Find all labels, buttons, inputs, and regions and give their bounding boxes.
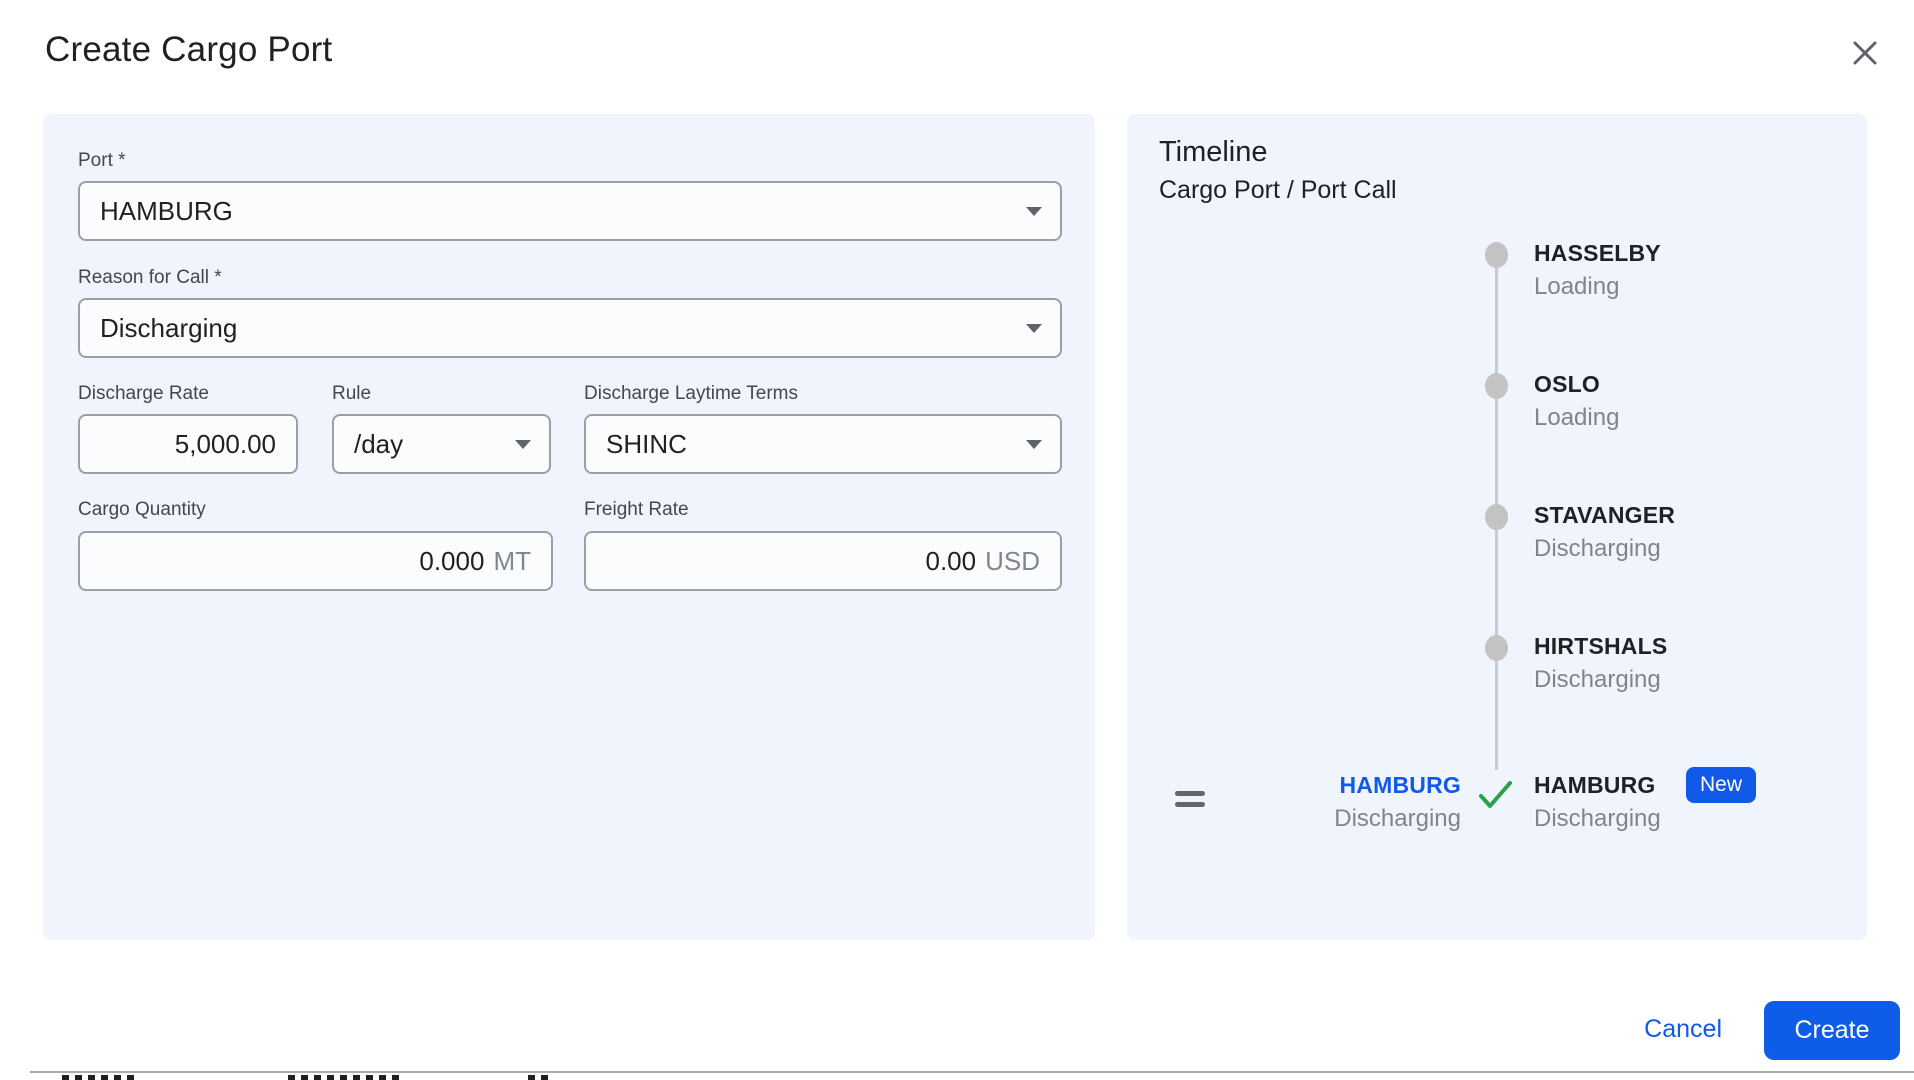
create-button[interactable]: Create <box>1764 1001 1900 1060</box>
rule-label: Rule <box>332 383 372 404</box>
chevron-down-icon <box>1026 207 1042 216</box>
timeline-title: Timeline <box>1159 136 1268 168</box>
background-clipped-text <box>62 1075 138 1080</box>
page-title: Create Cargo Port <box>45 30 333 69</box>
background-clipped-text <box>528 1075 552 1080</box>
discharge-laytime-terms-value: SHINC <box>606 428 687 459</box>
timeline-port-name: STAVANGER <box>1534 502 1676 528</box>
timeline-entry: OSLO Loading <box>1534 371 1834 432</box>
timeline-port-name: OSLO <box>1534 371 1600 397</box>
timeline-dot <box>1485 373 1508 399</box>
check-icon <box>1477 778 1515 817</box>
timeline-entry: HIRTSHALS Discharging <box>1534 633 1834 694</box>
background-table-border <box>30 1071 1914 1073</box>
discharge-laytime-terms-select[interactable]: SHINC <box>584 414 1062 474</box>
close-button[interactable] <box>1844 32 1886 74</box>
drag-handle-icon[interactable] <box>1175 791 1205 807</box>
rule-value: /day <box>354 428 404 459</box>
cargo-quantity-input[interactable]: 0.000 MT <box>78 531 553 591</box>
rule-select[interactable]: /day <box>332 414 551 474</box>
timeline-subtitle: Cargo Port / Port Call <box>1159 176 1397 204</box>
freight-rate-label: Freight Rate <box>584 499 689 520</box>
port-select-value: HAMBURG <box>100 195 233 226</box>
timeline-port-call-block: HAMBURG Discharging <box>1534 772 1661 833</box>
discharge-rate-input[interactable]: 5,000.00 <box>78 414 298 474</box>
timeline-dot <box>1485 242 1508 268</box>
close-icon <box>1853 41 1877 65</box>
timeline-port-name: HIRTSHALS <box>1534 633 1668 659</box>
freight-rate-unit: USD <box>985 545 1040 576</box>
timeline-entry: HASSELBY Loading <box>1534 240 1834 301</box>
background-clipped-text <box>288 1075 400 1080</box>
freight-rate-input[interactable]: 0.00 USD <box>584 531 1062 591</box>
timeline-port-status: Loading <box>1534 404 1620 431</box>
timeline-port-status: Loading <box>1534 273 1620 300</box>
port-label: Port * <box>78 150 126 171</box>
discharge-rate-label: Discharge Rate <box>78 383 209 404</box>
cargo-quantity-unit: MT <box>493 545 531 576</box>
timeline-port-call-status: Discharging <box>1534 805 1661 832</box>
reason-for-call-value: Discharging <box>100 312 238 343</box>
reason-for-call-select[interactable]: Discharging <box>78 298 1062 358</box>
timeline-port-name: HASSELBY <box>1534 240 1661 266</box>
port-select[interactable]: HAMBURG <box>78 181 1062 241</box>
timeline-dot <box>1485 635 1508 661</box>
timeline-port-status: Discharging <box>1534 666 1661 693</box>
discharge-rate-value: 5,000.00 <box>174 428 276 459</box>
chevron-down-icon <box>1026 324 1042 333</box>
chevron-down-icon <box>1026 440 1042 449</box>
create-cargo-port-dialog: Create Cargo Port Port * HAMBURG Reason … <box>0 0 1914 1080</box>
timeline-cargo-port-status: Discharging <box>1334 805 1461 832</box>
chevron-down-icon <box>515 440 531 449</box>
freight-rate-value: 0.00 <box>925 545 977 576</box>
new-badge: New <box>1686 767 1757 803</box>
timeline-entry: STAVANGER Discharging <box>1534 502 1834 563</box>
timeline-panel: Timeline Cargo Port / Port Call HASSELBY… <box>1127 114 1867 940</box>
cargo-quantity-value: 0.000 <box>419 545 485 576</box>
reason-for-call-label: Reason for Call * <box>78 267 222 288</box>
cancel-button[interactable]: Cancel <box>1644 1015 1722 1044</box>
cargo-port-form-panel: Port * HAMBURG Reason for Call * Dischar… <box>43 114 1095 940</box>
timeline-cargo-port-block: HAMBURG Discharging <box>1334 772 1461 833</box>
discharge-laytime-terms-label: Discharge Laytime Terms <box>584 383 799 404</box>
timeline-dot <box>1485 504 1508 530</box>
timeline-cargo-port-name: HAMBURG <box>1339 772 1461 798</box>
cargo-quantity-label: Cargo Quantity <box>78 499 206 520</box>
timeline-port-call-name: HAMBURG <box>1534 772 1656 798</box>
timeline-port-status: Discharging <box>1534 535 1661 562</box>
